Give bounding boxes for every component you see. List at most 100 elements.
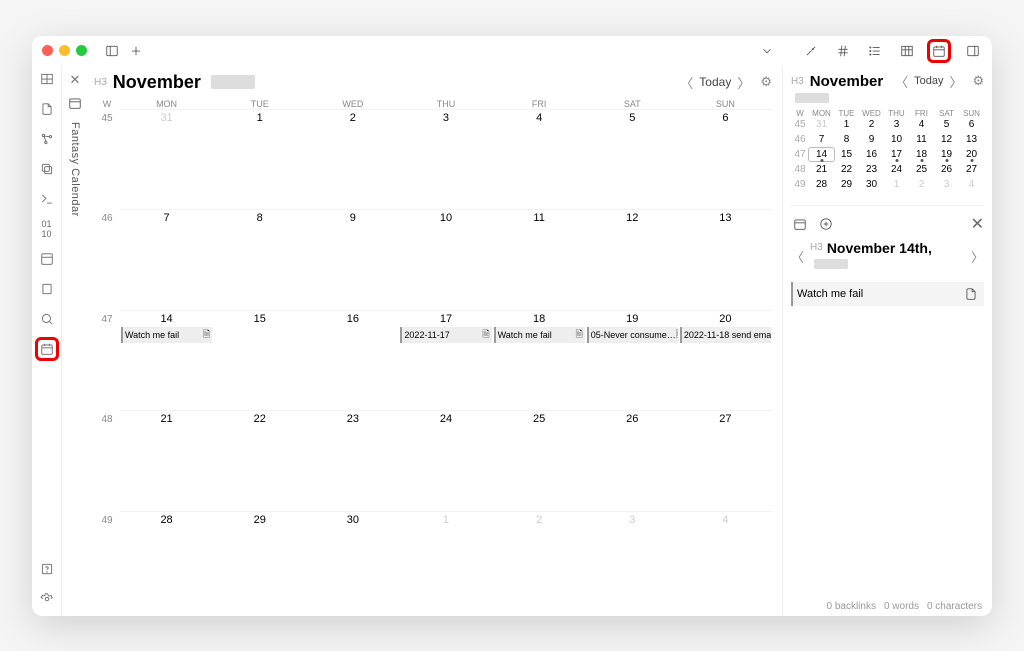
mini-day[interactable]: 31: [809, 118, 834, 131]
list-icon[interactable]: [866, 42, 884, 60]
mini-day[interactable]: 5: [934, 118, 959, 131]
calendar-day[interactable]: 2: [306, 109, 399, 210]
maximize-window[interactable]: [76, 45, 87, 56]
calendar-day[interactable]: 4: [679, 511, 772, 612]
minimize-window[interactable]: [59, 45, 70, 56]
calendar-day[interactable]: 24: [399, 410, 492, 511]
mini-day[interactable]: 27: [959, 163, 984, 176]
calendar-day[interactable]: 11: [493, 209, 586, 310]
calendar-day[interactable]: 14Watch me fail🗎: [120, 310, 213, 411]
chevron-down-icon[interactable]: [758, 42, 776, 60]
calendar-day[interactable]: 1: [399, 511, 492, 612]
calendar-day[interactable]: 30: [306, 511, 399, 612]
calendar-day[interactable]: 31: [120, 109, 213, 210]
search-icon[interactable]: [38, 310, 56, 328]
calendar-day[interactable]: 23: [306, 410, 399, 511]
calendar-day[interactable]: 5: [586, 109, 679, 210]
day-prev[interactable]: 〈: [791, 247, 804, 266]
settings-icon[interactable]: [38, 590, 56, 608]
day-calendar-icon[interactable]: [791, 215, 809, 233]
mini-day[interactable]: 15: [834, 148, 859, 161]
copy-icon[interactable]: [38, 160, 56, 178]
calendar-day[interactable]: 172022-11-17🗎: [399, 310, 492, 411]
mini-day[interactable]: 1: [834, 118, 859, 131]
close-tab-icon[interactable]: ✕: [70, 72, 81, 88]
calendar-event[interactable]: 05-Never consume…🗎: [587, 327, 678, 343]
mini-day[interactable]: 4: [909, 118, 934, 131]
book-icon[interactable]: [38, 280, 56, 298]
side-today-button[interactable]: Today: [914, 75, 943, 87]
calendar-day[interactable]: 16: [306, 310, 399, 411]
calendar-day[interactable]: 1905-Never consume…🗎: [586, 310, 679, 411]
mini-day[interactable]: 3: [934, 178, 959, 191]
calendar-day[interactable]: 12: [586, 209, 679, 310]
mini-day[interactable]: 19: [934, 148, 959, 161]
calendar-event[interactable]: Watch me fail🗎: [494, 327, 585, 343]
layout-icon[interactable]: [38, 250, 56, 268]
mini-day[interactable]: 1: [884, 178, 909, 191]
mini-day[interactable]: 2: [909, 178, 934, 191]
wand-icon[interactable]: [802, 42, 820, 60]
calendar-rail-icon[interactable]: [38, 340, 56, 358]
mini-day[interactable]: 12: [934, 133, 959, 146]
mini-day[interactable]: 10: [884, 133, 909, 146]
mini-day[interactable]: 30: [859, 178, 884, 191]
status-words[interactable]: 0 words: [884, 601, 919, 612]
mini-day[interactable]: 11: [909, 133, 934, 146]
calendar-day[interactable]: 25: [493, 410, 586, 511]
mini-day[interactable]: 4: [959, 178, 984, 191]
mini-day[interactable]: 24: [884, 163, 909, 176]
mini-day[interactable]: 18: [909, 148, 934, 161]
calendar-day[interactable]: 9: [306, 209, 399, 310]
mini-day[interactable]: 21: [809, 163, 834, 176]
terminal-icon[interactable]: [38, 190, 56, 208]
graph-icon[interactable]: [38, 130, 56, 148]
mini-day[interactable]: 7: [809, 133, 834, 146]
side-prev[interactable]: 〈: [895, 72, 908, 91]
calendar-day[interactable]: 13: [679, 209, 772, 310]
mini-day[interactable]: 23: [859, 163, 884, 176]
calendar-event[interactable]: Watch me fail🗎: [121, 327, 212, 343]
calendar-day[interactable]: 21: [120, 410, 213, 511]
add-note-icon[interactable]: [817, 215, 835, 233]
close-day-icon[interactable]: ✕: [971, 214, 984, 234]
calendar-day[interactable]: 27: [679, 410, 772, 511]
table-icon[interactable]: [898, 42, 916, 60]
new-tab-icon[interactable]: [127, 42, 145, 60]
binary-icon[interactable]: 0110: [38, 220, 56, 238]
hash-icon[interactable]: [834, 42, 852, 60]
mini-day[interactable]: 9: [859, 133, 884, 146]
mini-day[interactable]: 13: [959, 133, 984, 146]
table-view-icon[interactable]: [38, 70, 56, 88]
day-next[interactable]: 〉: [971, 247, 984, 266]
mini-day[interactable]: 3: [884, 118, 909, 131]
mini-day[interactable]: 17: [884, 148, 909, 161]
mini-day[interactable]: 6: [959, 118, 984, 131]
calendar-day[interactable]: 7: [120, 209, 213, 310]
tab-label[interactable]: Fantasy Calendar: [69, 122, 81, 217]
calendar-day[interactable]: 202022-11-18 send email🗎: [679, 310, 772, 411]
calendar-settings-icon[interactable]: ⚙: [760, 74, 772, 90]
calendar-day[interactable]: 2: [493, 511, 586, 612]
calendar-day[interactable]: 3: [399, 109, 492, 210]
help-icon[interactable]: [38, 560, 56, 578]
mini-day[interactable]: 25: [909, 163, 934, 176]
calendar-day[interactable]: 8: [213, 209, 306, 310]
calendar-day[interactable]: 26: [586, 410, 679, 511]
calendar-day[interactable]: 15: [213, 310, 306, 411]
calendar-day[interactable]: 22: [213, 410, 306, 511]
calendar-day[interactable]: 6: [679, 109, 772, 210]
day-note[interactable]: Watch me fail: [791, 282, 984, 306]
calendar-day[interactable]: 18Watch me fail🗎: [493, 310, 586, 411]
mini-day[interactable]: 8: [834, 133, 859, 146]
prev-month[interactable]: 〈: [680, 73, 693, 92]
close-window[interactable]: [42, 45, 53, 56]
mini-day[interactable]: 20: [959, 148, 984, 161]
calendar-event[interactable]: 2022-11-17🗎: [400, 327, 491, 343]
mini-day[interactable]: 22: [834, 163, 859, 176]
calendar-day[interactable]: 29: [213, 511, 306, 612]
file-icon[interactable]: [38, 100, 56, 118]
side-settings-icon[interactable]: ⚙: [973, 73, 985, 89]
calendar-day[interactable]: 4: [493, 109, 586, 210]
mini-day[interactable]: 16: [859, 148, 884, 161]
